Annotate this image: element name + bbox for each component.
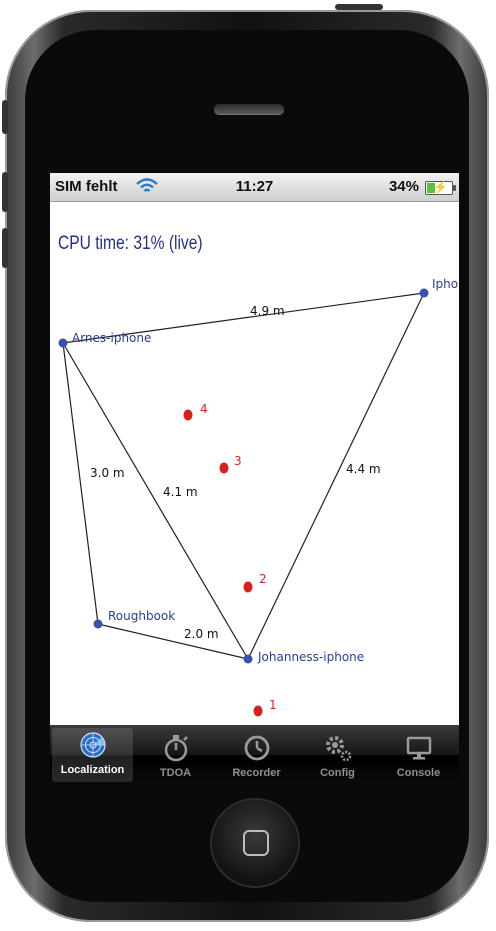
clock-icon xyxy=(244,735,269,761)
tab-tdoa[interactable]: TDOA xyxy=(135,725,216,785)
edge-distance-label: 2.0 m xyxy=(184,627,219,641)
tab-label: Localization xyxy=(60,764,125,776)
target-position-dot xyxy=(243,581,253,593)
tab-localization[interactable]: Localization xyxy=(52,728,133,782)
anchor-node-label: Johanness-iphone xyxy=(257,650,364,664)
cpu-time-label: CPU time: 31% (live) xyxy=(58,233,203,254)
anchor-node-dot xyxy=(93,619,103,629)
edge-line xyxy=(62,342,99,625)
edge-line xyxy=(97,623,249,660)
edge-distance-label: 3.0 m xyxy=(90,466,125,480)
anchor-node-dot xyxy=(58,338,68,348)
anchor-node-dot xyxy=(419,288,429,298)
anchor-node-dot xyxy=(243,654,253,664)
charging-bolt-icon: ⚡ xyxy=(433,180,448,194)
tab-label: Recorder xyxy=(232,767,281,779)
sleep-button xyxy=(335,4,383,10)
tab-label: Config xyxy=(320,767,355,779)
tab-label: Console xyxy=(396,767,441,779)
mute-switch xyxy=(2,100,8,134)
home-button[interactable] xyxy=(212,800,298,886)
localization-map[interactable]: 4.9 m 3.0 m 4.1 m 4.4 m 2.0 m Arnes-iphone Iph… xyxy=(50,263,459,725)
edge-distance-label: 4.1 m xyxy=(163,485,198,499)
edge-distance-label: 4.9 m xyxy=(250,304,285,318)
volume-down-button xyxy=(2,228,8,268)
stopwatch-icon xyxy=(164,735,188,762)
target-position-label: 1 xyxy=(269,698,277,712)
edge-distance-label: 4.4 m xyxy=(346,462,381,476)
gears-icon xyxy=(325,736,351,762)
battery-charging-icon: ⚡ xyxy=(425,180,456,195)
radar-icon xyxy=(79,732,106,758)
volume-up-button xyxy=(2,172,8,212)
monitor-icon xyxy=(406,736,431,760)
target-position-dot xyxy=(183,409,193,421)
app-screen: SIM fehlt 11:27 34% ⚡ CPU time: 31% (liv… xyxy=(50,173,459,785)
target-position-dot xyxy=(219,462,229,474)
anchor-node-label: Iphone xyxy=(432,277,459,291)
battery-percentage: 34% xyxy=(388,178,419,195)
target-position-label: 2 xyxy=(259,572,267,586)
status-bar: SIM fehlt 11:27 34% ⚡ xyxy=(50,173,459,202)
home-square-icon xyxy=(243,830,269,856)
tab-label: TDOA xyxy=(159,767,192,779)
target-position-label: 4 xyxy=(200,402,208,416)
earpiece-speaker xyxy=(214,104,284,114)
anchor-node-label: Arnes-iphone xyxy=(72,331,151,345)
anchor-node-label: Roughbook xyxy=(108,609,175,623)
tab-recorder[interactable]: Recorder xyxy=(216,725,297,785)
edge-line xyxy=(247,292,425,660)
tab-config[interactable]: Config xyxy=(297,725,378,785)
tab-bar: Localization TDOA Recorder Config Console xyxy=(50,725,459,785)
tab-console[interactable]: Console xyxy=(378,725,459,785)
target-position-dot xyxy=(253,705,263,717)
target-position-label: 3 xyxy=(234,454,242,468)
